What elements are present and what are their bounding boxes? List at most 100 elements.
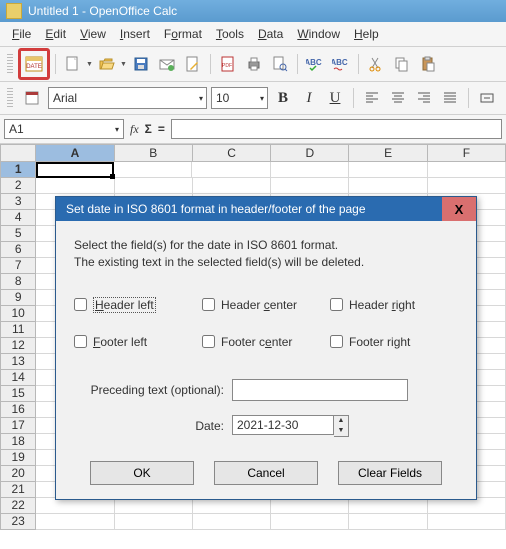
toolbar-grip[interactable] xyxy=(7,54,13,74)
cell[interactable] xyxy=(36,178,114,194)
italic-button[interactable]: I xyxy=(298,87,320,109)
edit-button[interactable] xyxy=(181,52,205,76)
new-dropdown[interactable]: ▼ xyxy=(86,61,93,68)
select-all-corner[interactable] xyxy=(0,144,36,162)
align-justify-button[interactable] xyxy=(439,87,461,109)
row-header[interactable]: 8 xyxy=(0,274,36,290)
cell[interactable] xyxy=(271,178,349,194)
menu-data[interactable]: Data xyxy=(252,25,289,43)
sum-button[interactable]: Σ xyxy=(145,122,152,136)
row-header[interactable]: 7 xyxy=(0,258,36,274)
cell[interactable] xyxy=(36,514,114,530)
auto-spellcheck-button[interactable]: ABC xyxy=(329,52,353,76)
row-header[interactable]: 21 xyxy=(0,482,36,498)
checkbox-footer-center[interactable]: Footer center xyxy=(202,335,330,349)
save-button[interactable] xyxy=(129,52,153,76)
styles-button[interactable] xyxy=(20,86,44,110)
menu-window[interactable]: Window xyxy=(291,25,346,43)
row-header[interactable]: 11 xyxy=(0,322,36,338)
spin-down-icon[interactable]: ▼ xyxy=(334,426,348,436)
row-header[interactable]: 20 xyxy=(0,466,36,482)
open-dropdown[interactable]: ▼ xyxy=(120,61,127,68)
row-header[interactable]: 18 xyxy=(0,434,36,450)
cell[interactable] xyxy=(114,162,192,178)
menu-help[interactable]: Help xyxy=(348,25,385,43)
cell[interactable] xyxy=(428,498,506,514)
row-header[interactable]: 13 xyxy=(0,354,36,370)
row-header[interactable]: 19 xyxy=(0,450,36,466)
row-header[interactable]: 14 xyxy=(0,370,36,386)
column-header[interactable]: B xyxy=(115,144,193,162)
function-wizard-button[interactable]: fx xyxy=(130,122,139,137)
align-center-button[interactable] xyxy=(387,87,409,109)
column-header[interactable]: A xyxy=(36,144,114,162)
row-header[interactable]: 9 xyxy=(0,290,36,306)
column-header[interactable]: C xyxy=(193,144,271,162)
menu-file[interactable]: File xyxy=(6,25,37,43)
cell-reference-box[interactable]: A1 ▾ xyxy=(4,119,124,139)
spin-up-icon[interactable]: ▲ xyxy=(334,416,348,426)
row-header[interactable]: 1 xyxy=(0,162,36,178)
cell[interactable] xyxy=(428,178,506,194)
checkbox-footer-right[interactable]: Footer right xyxy=(330,335,458,349)
menu-insert[interactable]: Insert xyxy=(114,25,156,43)
copy-button[interactable] xyxy=(390,52,414,76)
ok-button[interactable]: OK xyxy=(90,461,194,485)
cell[interactable] xyxy=(349,514,427,530)
column-header[interactable]: E xyxy=(349,144,427,162)
equals-button[interactable]: = xyxy=(158,122,165,136)
row-header[interactable]: 2 xyxy=(0,178,36,194)
column-header[interactable]: F xyxy=(428,144,506,162)
cell[interactable] xyxy=(349,178,427,194)
cell[interactable] xyxy=(271,498,349,514)
menu-view[interactable]: View xyxy=(74,25,112,43)
menu-tools[interactable]: Tools xyxy=(210,25,250,43)
cell[interactable] xyxy=(428,514,506,530)
row-header[interactable]: 10 xyxy=(0,306,36,322)
merge-cells-button[interactable] xyxy=(476,87,498,109)
cancel-button[interactable]: Cancel xyxy=(214,461,318,485)
column-header[interactable]: D xyxy=(271,144,349,162)
row-header[interactable]: 12 xyxy=(0,338,36,354)
cell[interactable] xyxy=(349,162,427,178)
checkbox-input[interactable] xyxy=(202,298,215,311)
print-button[interactable] xyxy=(242,52,266,76)
formula-input[interactable] xyxy=(171,119,502,139)
font-name-combo[interactable]: Arial ▾ xyxy=(48,87,207,109)
cell[interactable] xyxy=(192,162,270,178)
menu-edit[interactable]: Edit xyxy=(39,25,72,43)
cell[interactable] xyxy=(115,178,193,194)
underline-button[interactable]: U xyxy=(324,87,346,109)
checkbox-input[interactable] xyxy=(74,298,87,311)
row-header[interactable]: 5 xyxy=(0,226,36,242)
checkbox-header-left[interactable]: Header left xyxy=(74,297,202,313)
row-header[interactable]: 4 xyxy=(0,210,36,226)
align-left-button[interactable] xyxy=(361,87,383,109)
cell[interactable] xyxy=(36,498,114,514)
font-size-combo[interactable]: 10 ▾ xyxy=(211,87,268,109)
align-right-button[interactable] xyxy=(413,87,435,109)
cell[interactable] xyxy=(349,498,427,514)
iso-date-button[interactable]: DATE xyxy=(22,52,46,76)
preceding-text-input[interactable] xyxy=(232,379,408,401)
menu-format[interactable]: Format xyxy=(158,25,208,43)
checkbox-input[interactable] xyxy=(330,298,343,311)
cell[interactable] xyxy=(115,498,193,514)
cell[interactable] xyxy=(193,178,271,194)
row-header[interactable]: 17 xyxy=(0,418,36,434)
date-spinner[interactable]: ▲▼ xyxy=(334,415,349,437)
bold-button[interactable]: B xyxy=(272,87,294,109)
checkbox-input[interactable] xyxy=(202,335,215,348)
checkbox-input[interactable] xyxy=(330,335,343,348)
cell[interactable] xyxy=(271,514,349,530)
clear-fields-button[interactable]: Clear Fields xyxy=(338,461,442,485)
cell[interactable] xyxy=(36,162,114,178)
cell[interactable] xyxy=(193,498,271,514)
spellcheck-button[interactable]: ABC xyxy=(303,52,327,76)
row-header[interactable]: 6 xyxy=(0,242,36,258)
dialog-titlebar[interactable]: Set date in ISO 8601 format in header/fo… xyxy=(56,197,476,221)
paste-button[interactable] xyxy=(416,52,440,76)
cell[interactable] xyxy=(271,162,349,178)
cut-button[interactable] xyxy=(364,52,388,76)
dialog-close-button[interactable]: X xyxy=(442,197,476,221)
